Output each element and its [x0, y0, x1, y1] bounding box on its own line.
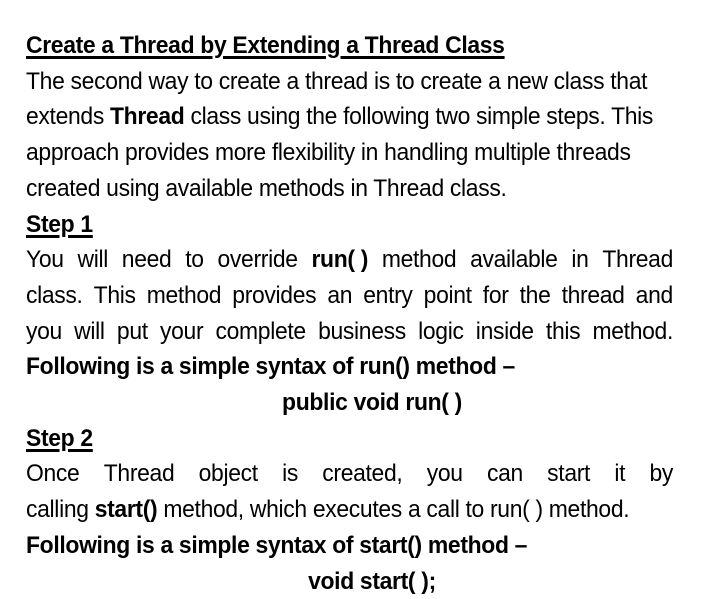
word: Thread	[103, 460, 175, 488]
word: will	[77, 246, 108, 274]
intro-line-4: created using available methods in Threa…	[26, 174, 507, 202]
word: for	[482, 281, 509, 309]
word: You	[26, 246, 64, 274]
document-page: Create a Thread by Extending a Thread Cl…	[0, 0, 720, 595]
intro-line-2-part-c: class using the following two simple ste…	[184, 103, 654, 131]
word: provides	[232, 281, 317, 309]
section-heading-step1: Step 1	[26, 207, 649, 243]
step1-paragraph: You will need to override run( ) method …	[26, 242, 692, 349]
word: complete	[215, 317, 306, 345]
word: override	[217, 246, 298, 274]
word: by	[649, 460, 674, 488]
run-syntax-code: public void run( )	[282, 389, 462, 417]
word: start	[547, 460, 591, 488]
word: thread	[561, 281, 625, 309]
step1-line-2: class. This method provides an entry poi…	[26, 278, 673, 314]
word: it	[614, 460, 626, 488]
word: logic	[418, 317, 464, 345]
step2-paragraph: Once Thread object is created, you can s…	[26, 456, 692, 527]
word: you	[426, 460, 463, 488]
intro-line-2: extends Thread class using the following…	[26, 99, 653, 135]
word: put	[116, 317, 148, 345]
word: point	[423, 281, 472, 309]
step2-line-2: calling start() method, which executes a…	[26, 492, 649, 528]
word: will	[74, 317, 105, 345]
section-heading-step1-text: Step 1	[26, 210, 93, 238]
word: method	[146, 281, 222, 309]
intro-line-2-part-a: extends	[26, 103, 110, 131]
intro-paragraph: The second way to create a thread is to …	[26, 64, 692, 207]
word: the	[519, 281, 551, 309]
step2-line-1: Once Thread object is created, you can s…	[26, 456, 673, 492]
word: method	[381, 246, 457, 274]
step1-line-1: You will need to override run( ) method …	[26, 242, 673, 278]
word: available	[470, 246, 558, 274]
word: Thread	[602, 246, 673, 274]
step2-line-2-part-c: method, which executes a call to run( ) …	[157, 496, 630, 524]
word: method.	[592, 317, 674, 345]
step2-line-2-part-a: calling	[26, 496, 95, 524]
word: inside	[475, 317, 534, 345]
word-run-method: run( )	[311, 246, 369, 274]
word: this	[545, 317, 581, 345]
section-heading-step2-text: Step 2	[26, 424, 93, 452]
step1-line-3: you will put your complete business logi…	[26, 314, 673, 350]
section-heading-main: Create a Thread by Extending a Thread Cl…	[26, 28, 649, 64]
word: you	[26, 317, 62, 345]
word: need	[121, 246, 172, 274]
word: to	[185, 246, 204, 274]
word: Once	[26, 460, 80, 488]
word: created,	[322, 460, 403, 488]
intro-line-3: approach provides more flexibility in ha…	[26, 139, 631, 167]
run-syntax-intro: Following is a simple syntax of run() me…	[26, 353, 515, 381]
word: your	[160, 317, 204, 345]
start-syntax-code: void start( );	[308, 567, 436, 595]
word: This	[93, 281, 136, 309]
word: business	[318, 317, 406, 345]
step2-line-2-keyword-start: start()	[94, 496, 158, 524]
intro-line-1: The second way to create a thread is to …	[26, 67, 648, 95]
word: and	[635, 281, 674, 309]
word: is	[282, 460, 298, 488]
word: an	[327, 281, 353, 309]
word: in	[571, 246, 589, 274]
section-heading-step2: Step 2	[26, 421, 649, 457]
word: can	[486, 460, 523, 488]
word: class.	[26, 281, 83, 309]
word: entry	[363, 281, 413, 309]
start-syntax-intro: Following is a simple syntax of start() …	[26, 531, 528, 559]
word: object	[198, 460, 258, 488]
section-heading-main-text: Create a Thread by Extending a Thread Cl…	[26, 32, 505, 59]
intro-line-2-keyword-thread: Thread	[109, 103, 185, 131]
